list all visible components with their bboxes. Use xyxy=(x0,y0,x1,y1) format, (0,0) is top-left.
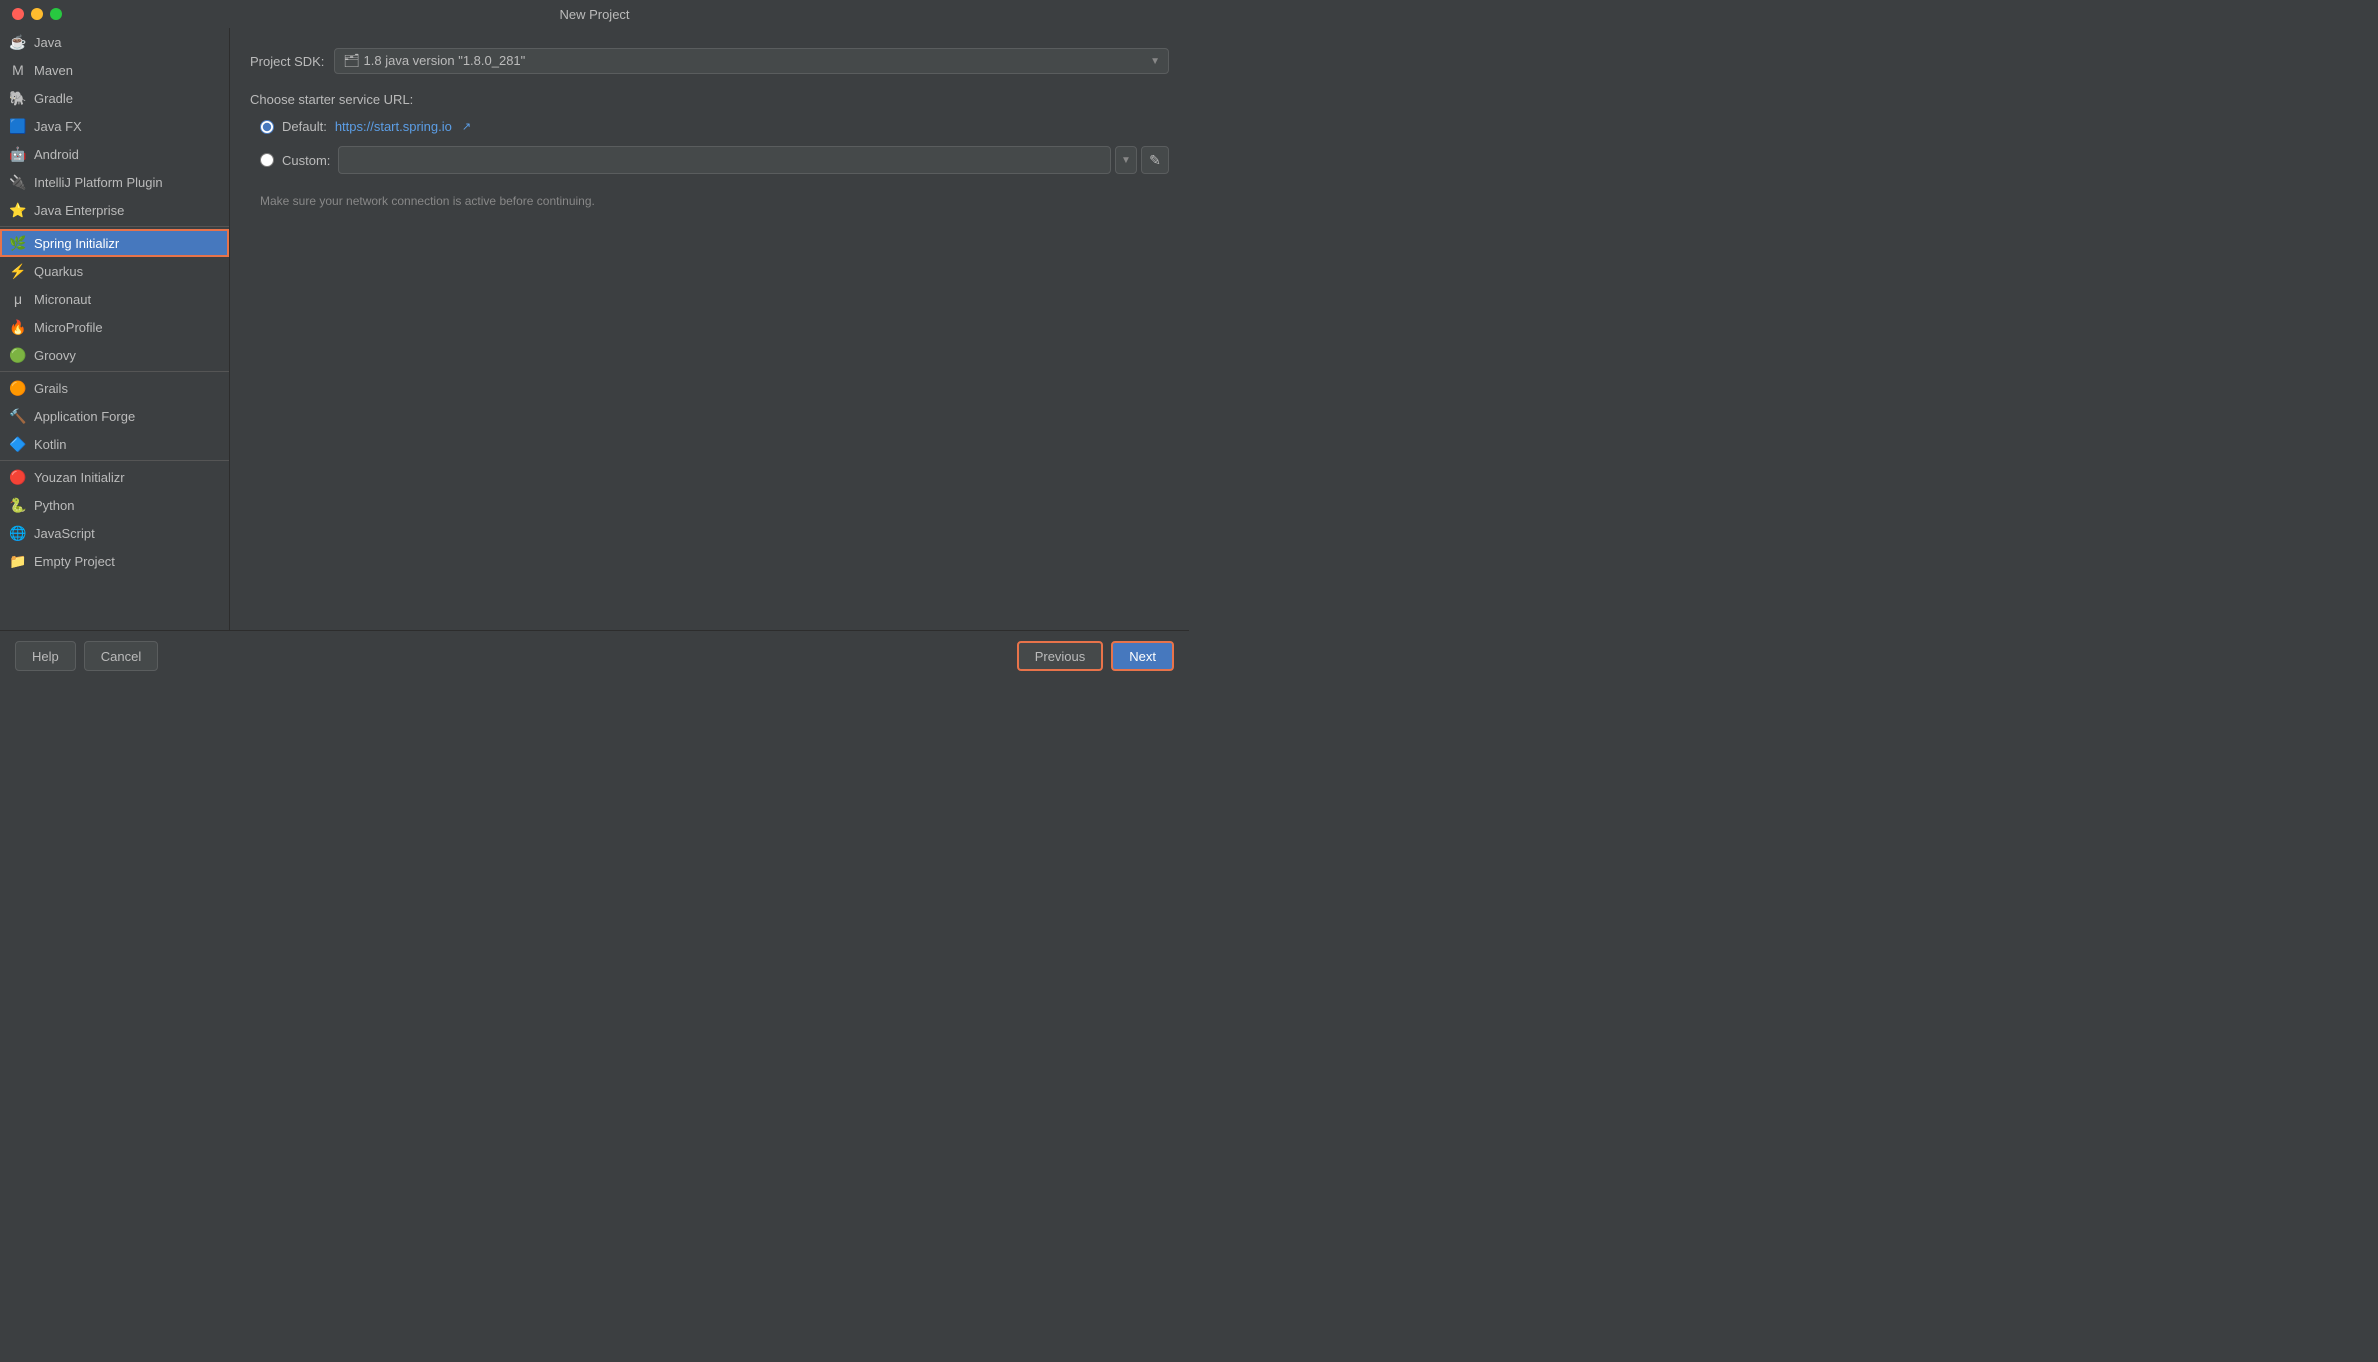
dialog: ☕ Java M Maven 🐘 Gradle 🟦 Java FX 🤖 Android 🔌 Intel… xyxy=(0,28,1189,630)
bottom-bar: Help Cancel Previous Next xyxy=(0,630,1189,681)
sidebar-item-java-enterprise[interactable]: ⭐ Java Enterprise xyxy=(0,196,229,224)
youzan-initializr-icon: 🔴 xyxy=(10,469,26,485)
custom-url-input[interactable] xyxy=(338,146,1111,174)
java-enterprise-icon: ⭐ xyxy=(10,202,26,218)
main-content: Project SDK: 🗂 1.8 java version "1.8.0_2… xyxy=(230,28,1189,630)
sdk-dropdown[interactable]: 🗂 1.8 java version "1.8.0_281" ▼ xyxy=(334,48,1169,74)
sidebar-item-label-java-enterprise: Java Enterprise xyxy=(34,203,124,218)
custom-radio[interactable] xyxy=(260,153,274,167)
spring-initializr-icon: 🌿 xyxy=(10,235,26,251)
sidebar-item-label-micronaut: Micronaut xyxy=(34,292,91,307)
starter-url-section-title: Choose starter service URL: xyxy=(250,92,1169,107)
default-url-link[interactable]: https://start.spring.io xyxy=(335,119,452,134)
sidebar-divider xyxy=(0,460,229,461)
python-icon: 🐍 xyxy=(10,497,26,513)
grails-icon: 🟠 xyxy=(10,380,26,396)
intellij-plugin-icon: 🔌 xyxy=(10,174,26,190)
sidebar-item-label-java: Java xyxy=(34,35,61,50)
sdk-value: 🗂 1.8 java version "1.8.0_281" xyxy=(343,53,525,69)
previous-button[interactable]: Previous xyxy=(1017,641,1104,671)
gradle-icon: 🐘 xyxy=(10,90,26,106)
sidebar-item-label-empty-project: Empty Project xyxy=(34,554,115,569)
cancel-button[interactable]: Cancel xyxy=(84,641,158,671)
sidebar-item-label-python: Python xyxy=(34,498,74,513)
micronaut-icon: μ xyxy=(10,291,26,307)
application-forge-icon: 🔨 xyxy=(10,408,26,424)
external-link-icon: ↗ xyxy=(462,120,471,133)
sidebar-item-quarkus[interactable]: ⚡ Quarkus xyxy=(0,257,229,285)
sidebar-item-label-android: Android xyxy=(34,147,79,162)
sidebar-item-label-grails: Grails xyxy=(34,381,68,396)
sidebar-item-kotlin[interactable]: 🔷 Kotlin xyxy=(0,430,229,458)
sidebar-item-spring-initializr[interactable]: 🌿 Spring Initializr xyxy=(0,229,229,257)
sidebar-item-javafx[interactable]: 🟦 Java FX xyxy=(0,112,229,140)
help-button[interactable]: Help xyxy=(15,641,76,671)
chevron-down-icon: ▼ xyxy=(1150,56,1160,67)
sidebar-item-micronaut[interactable]: μ Micronaut xyxy=(0,285,229,313)
sidebar-item-label-gradle: Gradle xyxy=(34,91,73,106)
close-button[interactable] xyxy=(12,8,24,20)
sidebar-item-android[interactable]: 🤖 Android xyxy=(0,140,229,168)
bottom-right-buttons: Previous Next xyxy=(1017,641,1174,671)
sidebar-item-empty-project[interactable]: 📁 Empty Project xyxy=(0,547,229,575)
window-title: New Project xyxy=(559,7,629,22)
custom-label: Custom: xyxy=(282,153,330,168)
maven-icon: M xyxy=(10,62,26,78)
sidebar-item-label-microprofile: MicroProfile xyxy=(34,320,103,335)
sidebar-item-label-youzan-initializr: Youzan Initializr xyxy=(34,470,125,485)
sidebar-item-application-forge[interactable]: 🔨 Application Forge xyxy=(0,402,229,430)
custom-edit-button[interactable]: ✎ xyxy=(1141,146,1169,174)
quarkus-icon: ⚡ xyxy=(10,263,26,279)
android-icon: 🤖 xyxy=(10,146,26,162)
sidebar-item-label-application-forge: Application Forge xyxy=(34,409,135,424)
javafx-icon: 🟦 xyxy=(10,118,26,134)
sidebar-item-intellij-plugin[interactable]: 🔌 IntelliJ Platform Plugin xyxy=(0,168,229,196)
sidebar-item-python[interactable]: 🐍 Python xyxy=(0,491,229,519)
maximize-button[interactable] xyxy=(50,8,62,20)
sidebar-item-gradle[interactable]: 🐘 Gradle xyxy=(0,84,229,112)
sidebar-item-microprofile[interactable]: 🔥 MicroProfile xyxy=(0,313,229,341)
java-icon: ☕ xyxy=(10,34,26,50)
sidebar-item-javascript[interactable]: 🌐 JavaScript xyxy=(0,519,229,547)
sidebar-divider xyxy=(0,371,229,372)
custom-input-container: ▼ ✎ xyxy=(338,146,1169,174)
sidebar-divider xyxy=(0,226,229,227)
sidebar-item-label-kotlin: Kotlin xyxy=(34,437,67,452)
sidebar-item-maven[interactable]: M Maven xyxy=(0,56,229,84)
sidebar-item-grails[interactable]: 🟠 Grails xyxy=(0,374,229,402)
sidebar-item-label-intellij-plugin: IntelliJ Platform Plugin xyxy=(34,175,163,190)
javascript-icon: 🌐 xyxy=(10,525,26,541)
sidebar-item-label-spring-initializr: Spring Initializr xyxy=(34,236,119,251)
sidebar-item-label-quarkus: Quarkus xyxy=(34,264,83,279)
radio-group: Default: https://start.spring.io ↗ Custo… xyxy=(260,119,1169,174)
sdk-row: Project SDK: 🗂 1.8 java version "1.8.0_2… xyxy=(250,48,1169,74)
sidebar-item-label-maven: Maven xyxy=(34,63,73,78)
microprofile-icon: 🔥 xyxy=(10,319,26,335)
next-button[interactable]: Next xyxy=(1111,641,1174,671)
sidebar-item-label-javafx: Java FX xyxy=(34,119,82,134)
title-bar: New Project xyxy=(0,0,1189,28)
sidebar-item-java[interactable]: ☕ Java xyxy=(0,28,229,56)
custom-radio-row: Custom: ▼ ✎ xyxy=(260,146,1169,174)
empty-project-icon: 📁 xyxy=(10,553,26,569)
sdk-label: Project SDK: xyxy=(250,54,324,69)
sidebar: ☕ Java M Maven 🐘 Gradle 🟦 Java FX 🤖 Android 🔌 Intel… xyxy=(0,28,230,630)
kotlin-icon: 🔷 xyxy=(10,436,26,452)
default-radio[interactable] xyxy=(260,120,274,134)
sidebar-item-groovy[interactable]: 🟢 Groovy xyxy=(0,341,229,369)
sidebar-item-youzan-initializr[interactable]: 🔴 Youzan Initializr xyxy=(0,463,229,491)
sidebar-item-label-javascript: JavaScript xyxy=(34,526,95,541)
groovy-icon: 🟢 xyxy=(10,347,26,363)
bottom-left-buttons: Help Cancel xyxy=(15,641,158,671)
hint-text: Make sure your network connection is act… xyxy=(260,194,1169,208)
default-label: Default: xyxy=(282,119,327,134)
default-radio-row: Default: https://start.spring.io ↗ xyxy=(260,119,1169,134)
minimize-button[interactable] xyxy=(31,8,43,20)
traffic-lights xyxy=(12,8,62,20)
custom-dropdown-button[interactable]: ▼ xyxy=(1115,146,1137,174)
sidebar-item-label-groovy: Groovy xyxy=(34,348,76,363)
